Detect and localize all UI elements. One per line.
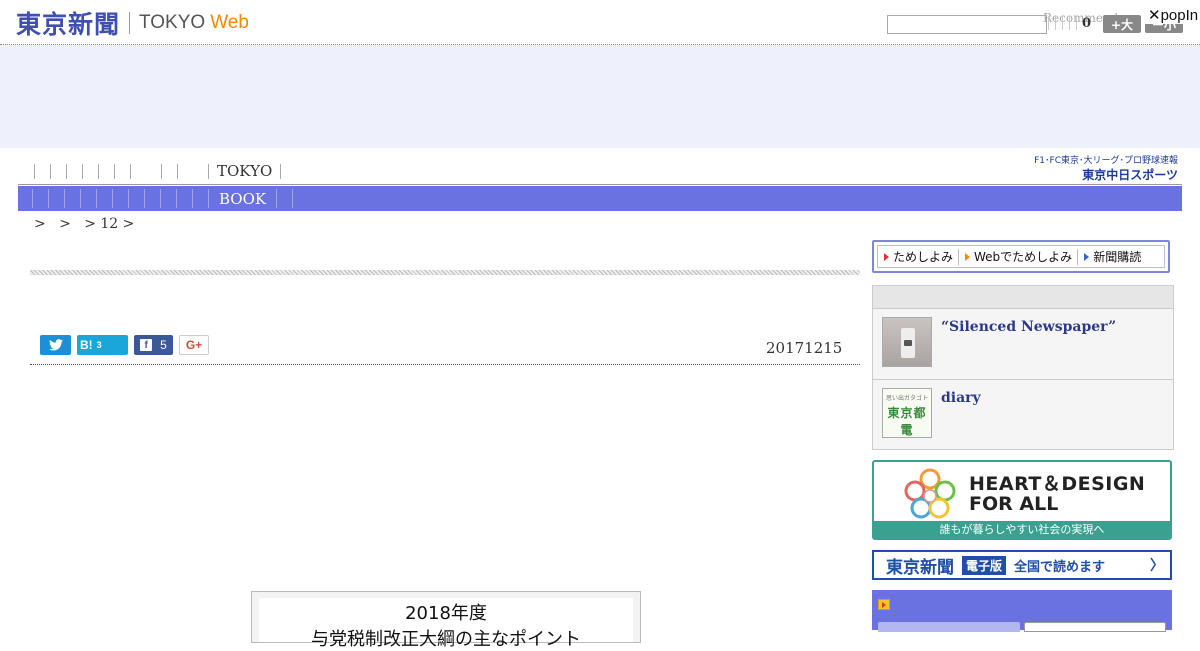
title-divider (30, 270, 860, 275)
breadcrumb-sep: > (59, 216, 71, 232)
heart-design-banner[interactable]: HEART＆DESIGN FOR ALL 誰もが暮らしやすい社会の実現へ (872, 460, 1172, 540)
logo-tokyo: TOKYO (139, 12, 206, 33)
digital-logo: 東京新聞 (886, 557, 954, 578)
arrow-right-icon (884, 252, 889, 261)
breadcrumb-sep: > (122, 216, 135, 232)
trial-read-link[interactable]: ためしよみ (878, 248, 958, 265)
heart-tagline: 誰もが暮らしやすい社会の実現へ (874, 521, 1170, 538)
nav-separator (280, 163, 282, 179)
widget-tab-2[interactable] (1024, 622, 1166, 632)
silenced-newspaper-thumbnail (882, 317, 932, 367)
heart-design-logo-icon (904, 468, 956, 519)
breadcrumb-sep: > (34, 216, 46, 232)
digital-text: 全国で読めます (1014, 559, 1106, 575)
facebook-icon: f (140, 339, 153, 351)
widget-tab-1[interactable] (878, 622, 1020, 632)
category-nav: BOOK (18, 186, 1182, 211)
nav-separator (160, 189, 161, 208)
heart-title-line1: HEART＆DESIGN (969, 473, 1146, 495)
nav-separator (98, 163, 99, 179)
ad-banner (0, 45, 1200, 148)
twitter-icon (48, 339, 63, 351)
feature-list-header (873, 286, 1173, 309)
nav-separator (130, 163, 131, 179)
chevron-right-icon: 〉 (1150, 558, 1164, 574)
sports-title: 東京中日スポーツ (1082, 168, 1178, 182)
nav-separator (80, 189, 81, 208)
nav-separator (32, 189, 33, 208)
nav-separator (64, 189, 65, 208)
nav-separator (144, 189, 145, 208)
nav-separator (276, 189, 278, 208)
subscription-promo: ためしよみ Webでためしよみ 新聞購読 (872, 240, 1170, 273)
nav-item-book[interactable]: BOOK (209, 190, 276, 208)
site-header: 東京新聞 TOKYO Web Recommend 0 +大 ー小 ✕popIn (0, 0, 1200, 45)
facebook-share-button[interactable]: f 5 (134, 335, 173, 355)
section-nav: TOKYO F1･FC東京･大リーグ･プロ野球速報 東京中日スポーツ (18, 156, 1182, 185)
article-date: 20171215 (766, 339, 843, 357)
figure-title: 与党税制改正大綱の主なポイント (311, 629, 581, 650)
nav-separator (34, 163, 35, 179)
nav-separator (161, 163, 162, 179)
logo-jp: 東京新聞 (16, 10, 121, 39)
arrow-right-icon (1084, 252, 1090, 261)
share-buttons: B! 3 f 5 G+ (40, 335, 209, 355)
web-trial-read-label: Webでためしよみ (974, 250, 1073, 264)
nav-separator (48, 189, 49, 208)
list-item[interactable]: 思い出ガタゴト 東京都電 diary diary (873, 380, 1173, 450)
sidebar-ranking-widget (872, 590, 1172, 632)
nav-separator (112, 189, 113, 208)
web-trial-read-link[interactable]: Webでためしよみ (959, 248, 1077, 265)
nav-separator (66, 163, 67, 179)
chunichi-sports-link[interactable]: F1･FC東京･大リーグ･プロ野球速報 東京中日スポーツ (1034, 153, 1178, 183)
play-icon (878, 599, 890, 610)
nav-separator (82, 163, 83, 179)
breadcrumb: > > > 12 > (34, 216, 134, 232)
digital-edition-banner[interactable]: 東京新聞 電子版 全国で読めます 〉 (872, 550, 1172, 580)
search-input[interactable] (887, 15, 1047, 34)
list-item[interactable]: “Silenced Newspaper” (873, 309, 1173, 380)
article-figure: 2018年度 与党税制改正大綱の主なポイント (251, 591, 641, 650)
trial-read-label: ためしよみ (893, 250, 954, 264)
list-item-title[interactable]: “Silenced Newspaper” (941, 319, 1116, 335)
hatena-count: 3 (96, 340, 102, 350)
nav-item-tokyo[interactable]: TOKYO (209, 162, 280, 180)
list-item-title[interactable]: diary (941, 390, 981, 406)
nav-separator (177, 163, 178, 179)
nav-separator (114, 163, 115, 179)
logo-web: Web (210, 12, 249, 33)
nav-separator (176, 189, 177, 208)
nav-separator (50, 163, 51, 179)
hatena-icon: B! (80, 338, 93, 352)
separator-ticks (1048, 16, 1077, 30)
breadcrumb-link[interactable]: 12 (100, 216, 118, 232)
sidebar-feature-list: “Silenced Newspaper” 思い出ガタゴト 東京都電 diary … (872, 285, 1174, 450)
nav-separator (292, 189, 294, 208)
nav-separator (128, 189, 129, 208)
thumb-caption: 思い出ガタゴト (885, 395, 928, 402)
hatena-bookmark-button[interactable]: B! 3 (77, 335, 128, 355)
subscribe-label: 新聞購読 (1093, 250, 1142, 264)
digital-badge: 電子版 (962, 555, 1007, 575)
nav-separator (192, 189, 193, 208)
nav-separator (96, 189, 97, 208)
sports-tagline: F1･FC東京･大リーグ･プロ野球速報 (1034, 156, 1178, 166)
site-logo[interactable]: 東京新聞 TOKYO Web (16, 8, 249, 39)
logo-divider (129, 12, 131, 34)
figure-title-year: 2018年度 (405, 603, 487, 624)
heart-title-line2: FOR ALL (969, 493, 1059, 515)
tokyo-toden-diary-thumbnail: 思い出ガタゴト 東京都電 diary (882, 388, 932, 438)
subscribe-link[interactable]: 新聞購読 (1078, 248, 1146, 265)
arrow-right-icon (965, 252, 971, 261)
article-divider (30, 364, 860, 365)
twitter-share-button[interactable] (40, 335, 71, 355)
popin-close-button[interactable]: ✕popIn (1145, 6, 1200, 24)
facebook-count: 5 (160, 338, 167, 352)
google-plus-share-button[interactable]: G+ (179, 335, 209, 355)
font-size-large-button[interactable]: +大 (1103, 15, 1141, 33)
thumb-title: 東京都電 (887, 406, 927, 437)
recommend-count: 0 (1082, 16, 1092, 31)
breadcrumb-sep: > (84, 216, 96, 232)
